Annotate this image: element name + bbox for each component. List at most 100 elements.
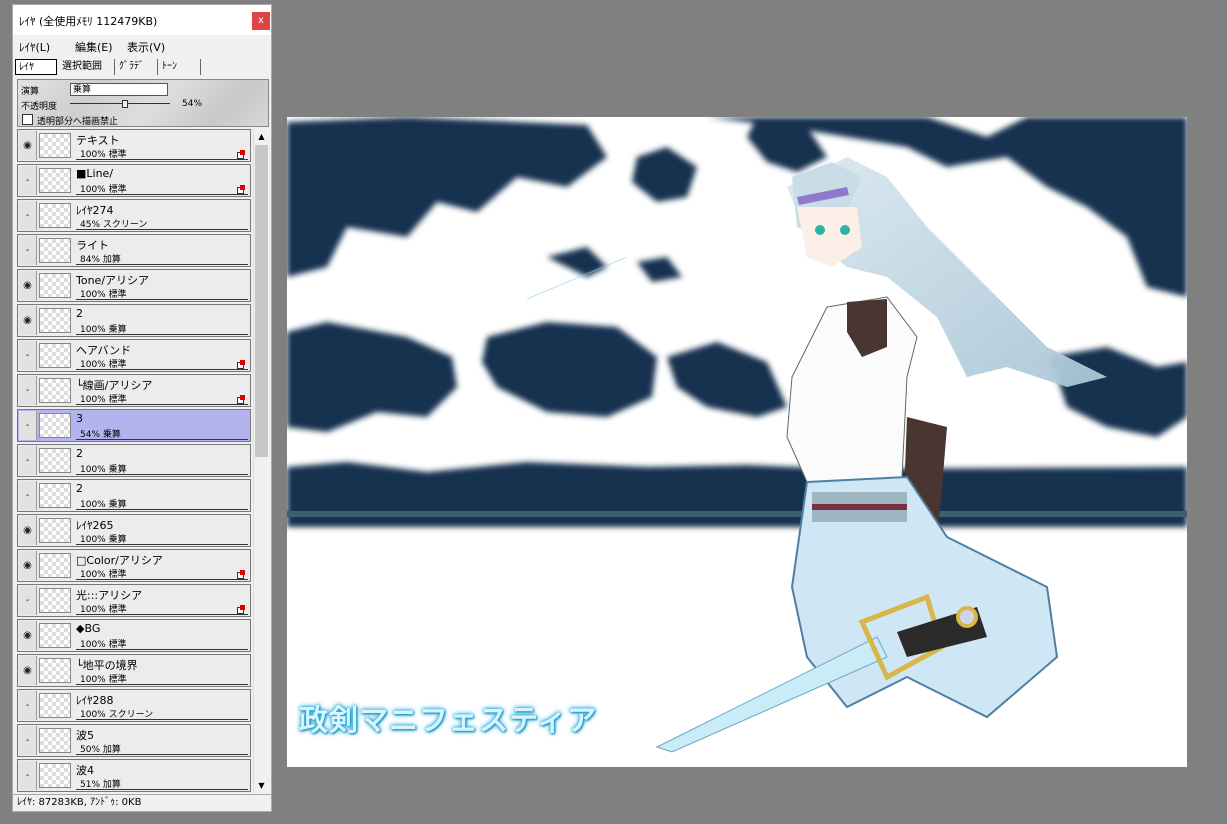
layer-divider xyxy=(76,579,248,580)
layer-row[interactable]: ◉ └地平の境界 100% 標準 xyxy=(17,654,251,687)
layer-row[interactable]: - ライト 84% 加算 xyxy=(17,234,251,267)
layer-divider xyxy=(76,474,248,475)
layer-list: ◉ テキスト 100% 標準 - ■Line/100% 標準 - ﾚｲﾔ274 45% スクリ… xyxy=(17,129,253,793)
layer-name: 2 xyxy=(76,307,83,320)
menu-edit[interactable]: 編集(E) xyxy=(75,39,113,55)
layer-row[interactable]: ◉ ﾚｲﾔ265 100% 乗算 xyxy=(17,514,251,547)
layer-name: Tone/アリシア xyxy=(76,274,150,287)
layer-thumbnail xyxy=(39,763,71,788)
hidden-eye-icon[interactable]: - xyxy=(19,726,37,755)
layer-name: □Color/アリシア xyxy=(76,554,163,567)
hidden-eye-icon[interactable]: - xyxy=(19,446,37,475)
layer-row[interactable]: -3 54% 乗算 xyxy=(17,409,251,442)
close-button[interactable]: x xyxy=(252,12,270,30)
layer-divider xyxy=(76,439,248,440)
layer-row[interactable]: ◉ □Color/アリシア 100% 標準 xyxy=(17,549,251,582)
blend-label: 演算 xyxy=(21,87,40,97)
layer-row[interactable]: -2 100% 乗算 xyxy=(17,444,251,477)
hidden-eye-icon[interactable]: - xyxy=(19,691,37,720)
layer-row[interactable]: - └線画/アリシア 100% 標準 xyxy=(17,374,251,407)
hidden-eye-icon[interactable]: - xyxy=(19,586,37,615)
layer-thumbnail xyxy=(39,728,71,753)
hidden-eye-icon[interactable]: - xyxy=(19,761,37,790)
clipping-marker-icon xyxy=(237,185,245,194)
hidden-eye-icon[interactable]: - xyxy=(19,411,37,440)
hidden-eye-icon[interactable]: - xyxy=(19,376,37,405)
clipping-marker-icon xyxy=(237,395,245,404)
layer-row[interactable]: - ﾚｲﾔ288 100% スクリーン xyxy=(17,689,251,722)
protect-transparency-checkbox[interactable] xyxy=(22,114,33,125)
layer-divider xyxy=(76,789,248,790)
artwork-title-text: 政剣マニフェスティア xyxy=(299,703,598,737)
layer-row[interactable]: - ■Line/100% 標準 xyxy=(17,164,251,197)
opacity-slider-handle[interactable] xyxy=(122,100,128,108)
hidden-eye-icon[interactable]: - xyxy=(19,481,37,510)
scroll-down-arrow-icon[interactable]: ▼ xyxy=(254,778,269,793)
layer-divider xyxy=(76,754,248,755)
layer-name: ■Line/ xyxy=(76,167,114,180)
tab-selection[interactable]: 選択範囲 xyxy=(59,59,115,75)
tab-layer[interactable]: ﾚｲﾔ xyxy=(15,59,57,75)
panel-titlebar[interactable]: ﾚｲﾔ (全使用ﾒﾓﾘ 112479KB) x xyxy=(13,5,271,35)
scroll-thumb[interactable] xyxy=(255,145,268,457)
layer-name: ◆BG xyxy=(76,622,101,635)
scroll-up-arrow-icon[interactable]: ▲ xyxy=(254,129,269,144)
layer-row[interactable]: ◉ 2 100% 乗算 xyxy=(17,304,251,337)
layer-row[interactable]: - ヘアバンド 100% 標準 xyxy=(17,339,251,372)
layer-thumbnail xyxy=(39,238,71,263)
layer-row[interactable]: - 光:::アリシア 100% 標準 xyxy=(17,584,251,617)
layer-name: 2 xyxy=(76,482,83,495)
layer-thumbnail xyxy=(39,588,71,613)
layer-row[interactable]: -2 100% 乗算 xyxy=(17,479,251,512)
layer-row[interactable]: - 波5 50% 加算 xyxy=(17,724,251,757)
hidden-eye-icon[interactable]: - xyxy=(19,341,37,370)
layer-thumbnail xyxy=(39,413,71,438)
hidden-eye-icon[interactable]: - xyxy=(19,236,37,265)
eye-icon[interactable]: ◉ xyxy=(19,621,37,650)
eye-icon[interactable]: ◉ xyxy=(19,656,37,685)
menu-layer[interactable]: ﾚｲﾔ(L) xyxy=(19,39,50,55)
menu-view[interactable]: 表示(V) xyxy=(127,39,165,55)
eye-icon[interactable]: ◉ xyxy=(19,271,37,300)
eye-icon[interactable]: ◉ xyxy=(19,306,37,335)
eye-icon[interactable]: ◉ xyxy=(19,516,37,545)
eye-icon[interactable]: ◉ xyxy=(19,551,37,580)
hidden-eye-icon[interactable]: - xyxy=(19,166,37,195)
layer-thumbnail xyxy=(39,693,71,718)
layer-thumbnail xyxy=(39,273,71,298)
layer-divider xyxy=(76,404,248,405)
clipping-marker-icon xyxy=(237,570,245,579)
layer-row[interactable]: - ﾚｲﾔ274 45% スクリーン xyxy=(17,199,251,232)
blend-mode-select[interactable]: 乗算 xyxy=(70,83,168,96)
menu-bar: ﾚｲﾔ(L) 編集(E) 表示(V) xyxy=(13,36,271,56)
layer-name: 波4 xyxy=(76,764,94,777)
layer-name: ヘアバンド xyxy=(76,344,132,357)
layer-name: └線画/アリシア xyxy=(76,379,153,392)
tab-tone[interactable]: ﾄｰﾝ xyxy=(159,59,201,75)
layer-name: ﾚｲﾔ274 xyxy=(76,204,114,217)
hidden-eye-icon[interactable]: - xyxy=(19,201,37,230)
layer-name: 波5 xyxy=(76,729,94,742)
eye-icon[interactable]: ◉ xyxy=(19,131,37,160)
opacity-label: 不透明度 xyxy=(21,102,58,112)
layer-thumbnail xyxy=(39,518,71,543)
tab-gradient[interactable]: ｸﾞﾗﾃﾞ xyxy=(116,59,158,75)
layer-panel: ﾚｲﾔ (全使用ﾒﾓﾘ 112479KB) x ﾚｲﾔ(L) 編集(E) 表示(… xyxy=(12,4,272,812)
layer-name: ライト xyxy=(76,239,109,252)
layer-row[interactable]: - 波4 51% 加算 xyxy=(17,759,251,792)
layer-name: ﾚｲﾔ288 xyxy=(76,694,114,707)
layer-row[interactable]: ◉ ◆BG 100% 標準 xyxy=(17,619,251,652)
layer-name: テキスト xyxy=(76,134,120,147)
layer-name: ﾚｲﾔ265 xyxy=(76,519,114,532)
layer-thumbnail xyxy=(39,553,71,578)
status-bar: ﾚｲﾔ: 87283KB, ｱﾝﾄﾞｩ: 0KB xyxy=(13,794,271,811)
layer-divider xyxy=(76,264,248,265)
layer-divider xyxy=(76,509,248,510)
layer-list-scrollbar[interactable]: ▲ ▼ xyxy=(253,129,269,793)
opacity-slider-track[interactable] xyxy=(70,103,170,104)
layer-thumbnail xyxy=(39,203,71,228)
layer-name: └地平の境界 xyxy=(76,659,138,672)
layer-row[interactable]: ◉ テキスト 100% 標準 xyxy=(17,129,251,162)
drawing-canvas[interactable]: 政剣マニフェスティア xyxy=(287,117,1187,767)
layer-row[interactable]: ◉ Tone/アリシア 100% 標準 xyxy=(17,269,251,302)
